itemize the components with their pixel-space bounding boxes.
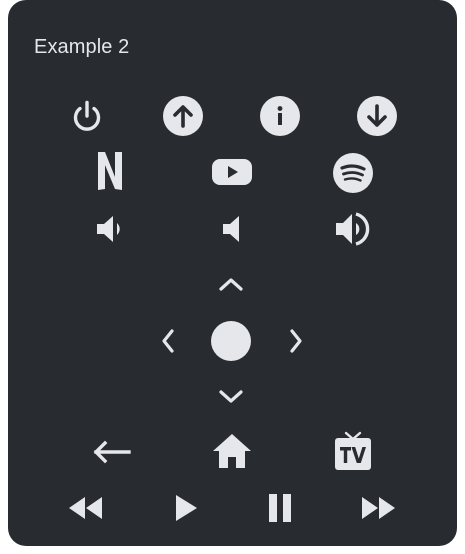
youtube-icon bbox=[212, 159, 252, 185]
chevron-right-icon bbox=[290, 329, 302, 353]
play-button[interactable] bbox=[171, 491, 201, 525]
pause-button[interactable] bbox=[265, 491, 295, 525]
info-button[interactable] bbox=[260, 96, 300, 136]
fast-forward-button[interactable] bbox=[358, 492, 398, 524]
volume-down-button[interactable] bbox=[92, 211, 128, 247]
home-button[interactable] bbox=[211, 431, 253, 471]
channel-down-button[interactable] bbox=[357, 96, 397, 136]
dpad-up-button[interactable] bbox=[216, 270, 246, 298]
home-icon bbox=[213, 434, 251, 468]
pause-icon bbox=[269, 494, 291, 522]
back-button[interactable] bbox=[90, 436, 132, 468]
back-arrow-icon bbox=[93, 440, 131, 464]
netflix-icon bbox=[98, 152, 122, 190]
power-icon bbox=[73, 100, 101, 131]
arrow-down-circle-icon bbox=[357, 96, 397, 136]
volume-mute-icon bbox=[223, 216, 239, 242]
center-circle-icon bbox=[211, 321, 251, 361]
chevron-down-icon bbox=[219, 390, 243, 403]
tv-button[interactable] bbox=[333, 430, 373, 472]
channel-up-button[interactable] bbox=[163, 96, 203, 136]
fast-forward-icon bbox=[362, 497, 395, 519]
volume-up-icon bbox=[336, 212, 370, 246]
arrow-up-circle-icon bbox=[163, 96, 203, 136]
rewind-icon bbox=[69, 497, 102, 519]
rewind-button[interactable] bbox=[66, 492, 106, 524]
volume-up-button[interactable] bbox=[334, 209, 374, 249]
play-icon bbox=[176, 495, 197, 521]
power-button[interactable] bbox=[67, 97, 107, 137]
info-circle-icon bbox=[260, 96, 300, 136]
volume-mute-button[interactable] bbox=[216, 211, 252, 247]
chevron-left-icon bbox=[162, 329, 174, 353]
dpad-right-button[interactable] bbox=[282, 326, 310, 356]
dpad-left-button[interactable] bbox=[154, 326, 182, 356]
chevron-up-icon bbox=[219, 278, 243, 291]
youtube-button[interactable] bbox=[210, 156, 254, 188]
spotify-icon bbox=[333, 153, 373, 193]
spotify-button[interactable] bbox=[333, 153, 373, 193]
remote-card: Example 2 bbox=[8, 0, 457, 546]
netflix-button[interactable] bbox=[94, 150, 126, 192]
dpad-down-button[interactable] bbox=[216, 383, 246, 411]
dpad-center-button[interactable] bbox=[210, 320, 252, 362]
volume-down-icon bbox=[97, 216, 120, 242]
card-title: Example 2 bbox=[34, 36, 130, 58]
tv-icon bbox=[335, 431, 371, 470]
